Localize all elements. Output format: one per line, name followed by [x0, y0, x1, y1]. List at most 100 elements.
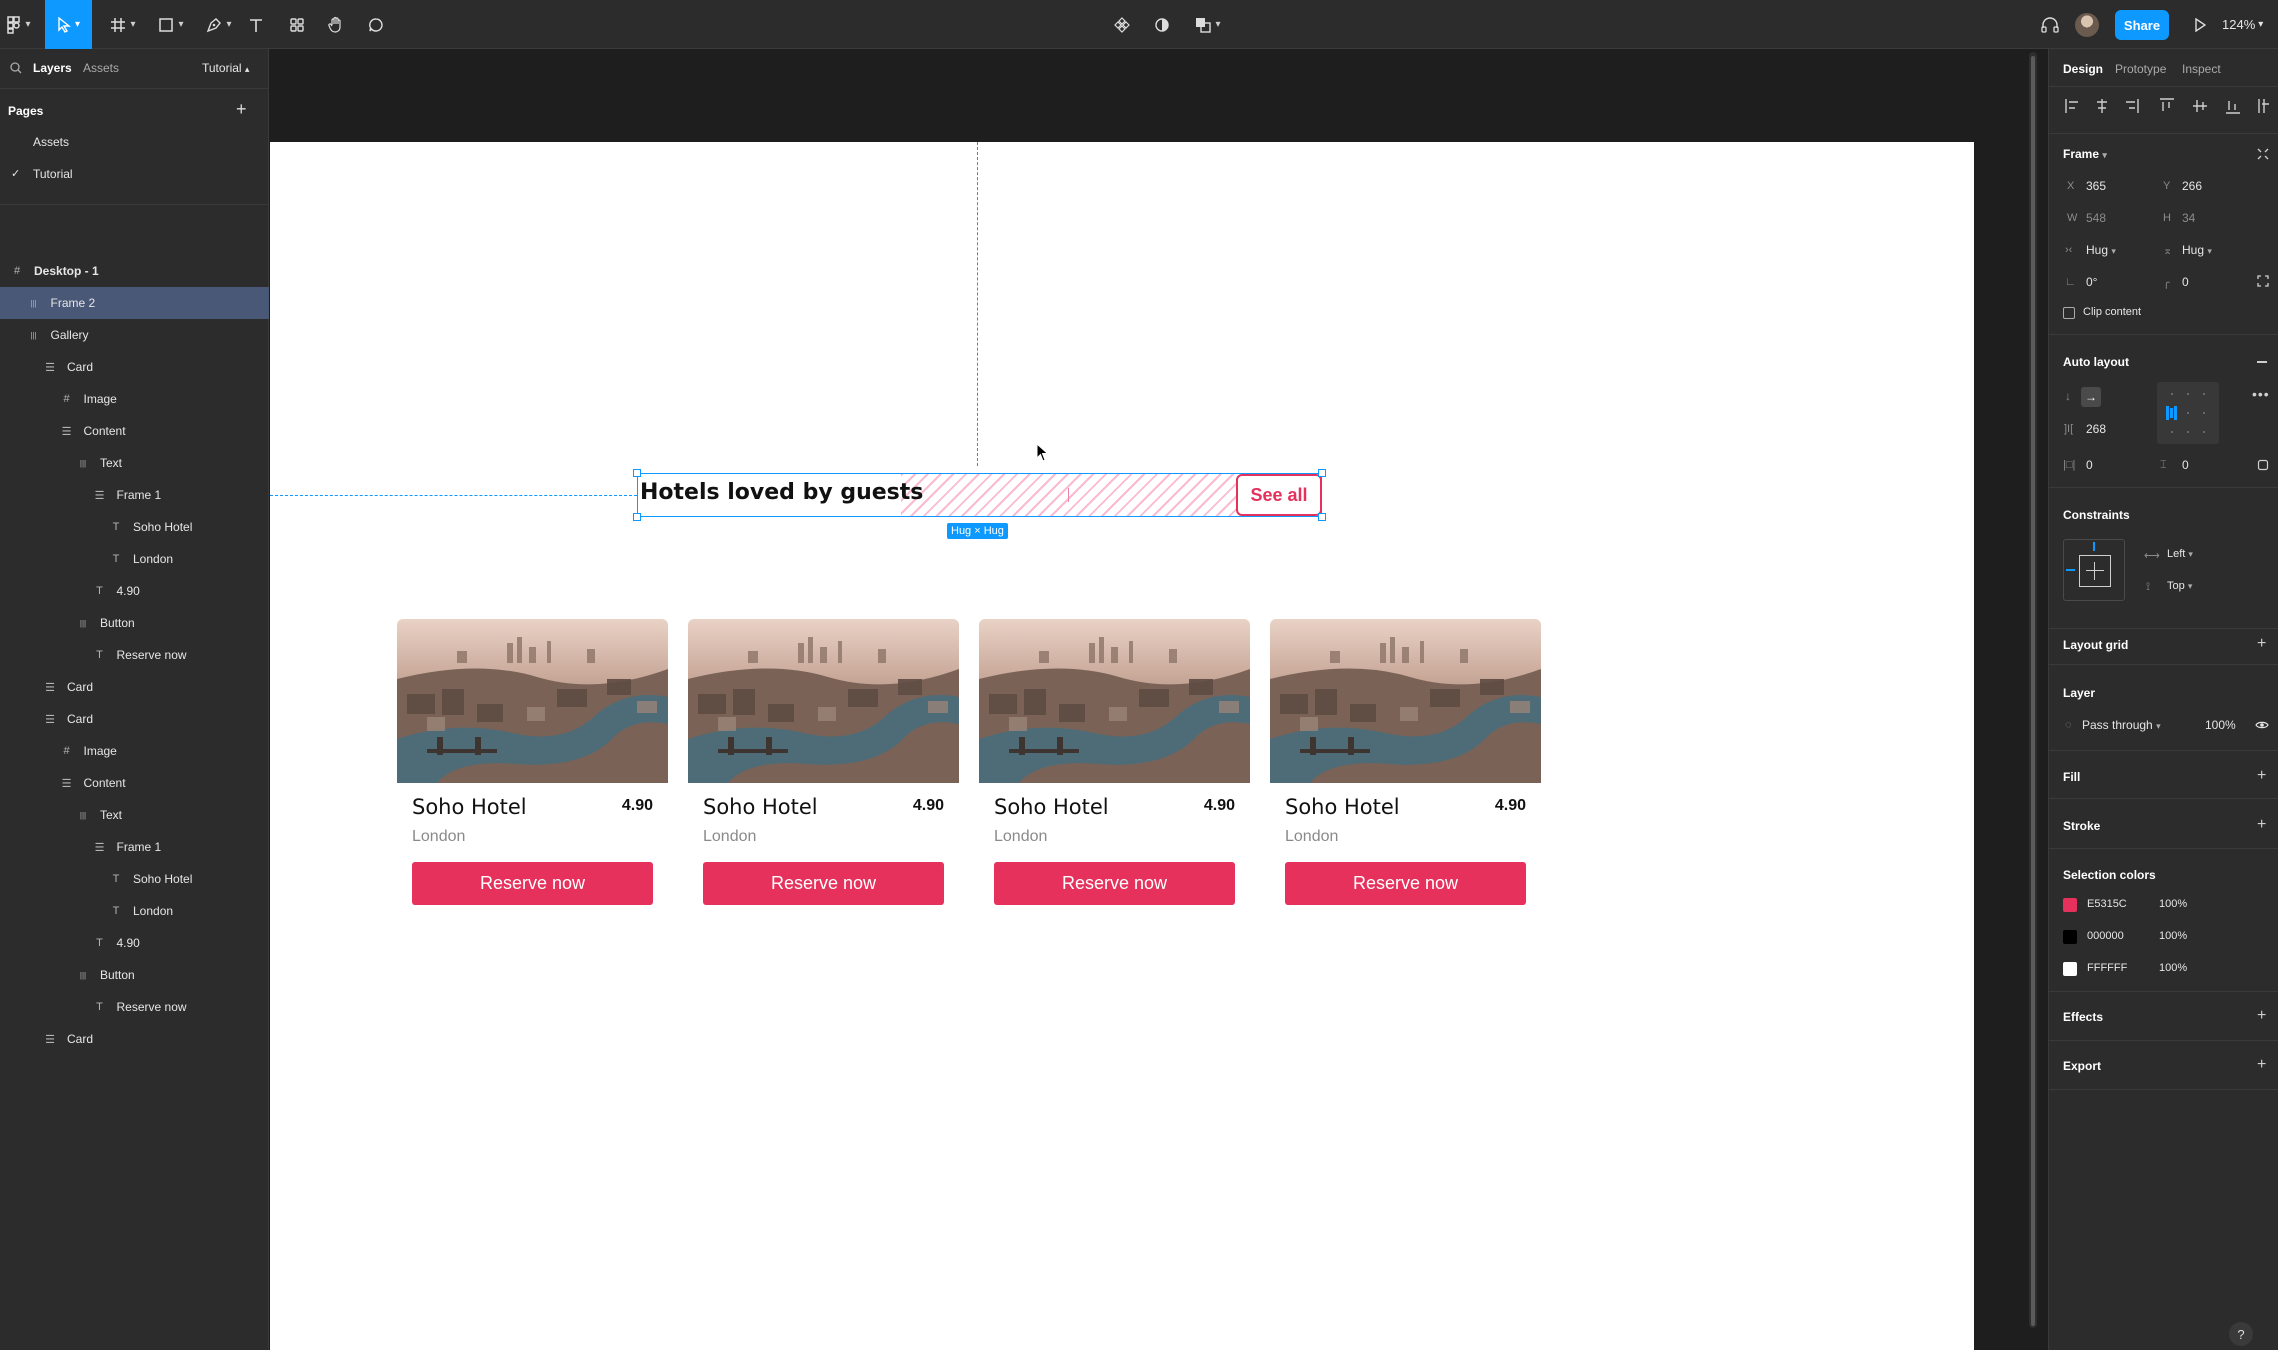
- resize-handle-nw[interactable]: [633, 469, 641, 477]
- corner-radius-input[interactable]: 0: [2182, 275, 2189, 289]
- add-fill-plus-icon[interactable]: +: [2257, 768, 2266, 784]
- vertical-padding-input[interactable]: 0: [2182, 458, 2189, 472]
- tab-assets[interactable]: Assets: [83, 61, 119, 75]
- alignment-grid[interactable]: [2157, 382, 2219, 444]
- tab-design[interactable]: Design: [2063, 62, 2103, 76]
- layer-row[interactable]: ||| Text: [0, 447, 269, 479]
- layer-row[interactable]: # Image: [0, 735, 269, 767]
- zoom-dropdown[interactable]: 124% ▾: [2222, 0, 2263, 49]
- add-layout-grid-plus-icon[interactable]: +: [2257, 636, 2266, 652]
- layer-row[interactable]: ☰ Frame 1: [0, 479, 269, 511]
- layer-row[interactable]: T London: [0, 543, 269, 575]
- help-button[interactable]: ?: [2229, 1322, 2253, 1346]
- color-hex[interactable]: FFFFFF: [2087, 962, 2127, 974]
- frame-tool-button[interactable]: ▾: [102, 0, 144, 49]
- text-tool-button[interactable]: [244, 0, 268, 49]
- constraints-widget[interactable]: [2063, 539, 2125, 601]
- constraint-center-v[interactable]: [2094, 562, 2095, 580]
- layer-row[interactable]: T 4.90: [0, 575, 269, 607]
- blend-mode-dropdown[interactable]: Pass through ▾: [2082, 718, 2161, 732]
- boolean-ops-button[interactable]: ▾: [1190, 0, 1226, 49]
- present-button[interactable]: [2188, 0, 2212, 49]
- frame-section-label[interactable]: Frame ▾: [2063, 147, 2107, 161]
- layer-row[interactable]: ☰ Card: [0, 703, 269, 735]
- add-stroke-plus-icon[interactable]: +: [2257, 817, 2266, 833]
- more-options-icon[interactable]: •••: [2252, 386, 2270, 402]
- tab-inspect[interactable]: Inspect: [2182, 62, 2221, 76]
- tab-prototype[interactable]: Prototype: [2115, 62, 2166, 76]
- rotation-input[interactable]: 0°: [2086, 275, 2097, 289]
- color-opacity[interactable]: 100%: [2159, 962, 2187, 974]
- layer-row[interactable]: # Image: [0, 383, 269, 415]
- layer-row[interactable]: T 4.90: [0, 927, 269, 959]
- audio-button[interactable]: [2038, 0, 2062, 49]
- layer-row[interactable]: ||| Button: [0, 607, 269, 639]
- mask-button[interactable]: [1150, 0, 1174, 49]
- constraint-top-active[interactable]: [2093, 542, 2095, 551]
- reserve-now-button[interactable]: Reserve now: [412, 862, 653, 905]
- page-switcher[interactable]: Tutorial ▴: [202, 61, 249, 75]
- color-swatch[interactable]: [2063, 930, 2077, 944]
- layer-row[interactable]: ||| Button: [0, 959, 269, 991]
- comment-tool-button[interactable]: [364, 0, 388, 49]
- section-heading[interactable]: Hotels loved by guests: [640, 480, 923, 505]
- layer-row[interactable]: ☰ Content: [0, 767, 269, 799]
- main-menu-button[interactable]: ▾: [4, 0, 34, 49]
- layer-row[interactable]: T Reserve now: [0, 639, 269, 671]
- add-export-plus-icon[interactable]: +: [2257, 1057, 2266, 1073]
- horizontal-resizing-dropdown[interactable]: Hug ▾: [2086, 243, 2116, 257]
- layer-row[interactable]: T Soho Hotel: [0, 511, 269, 543]
- layer-row[interactable]: ||| Frame 2: [0, 287, 269, 319]
- arrow-down-icon[interactable]: ↓: [2065, 389, 2071, 403]
- layer-row[interactable]: ||| Text: [0, 799, 269, 831]
- add-effect-plus-icon[interactable]: +: [2257, 1008, 2266, 1024]
- vertical-resizing-dropdown[interactable]: Hug ▾: [2182, 243, 2212, 257]
- gap-handle[interactable]: [1068, 488, 1069, 502]
- create-component-button[interactable]: [1110, 0, 1134, 49]
- add-page-plus-icon[interactable]: +: [236, 99, 247, 120]
- layer-row[interactable]: T Soho Hotel: [0, 863, 269, 895]
- arrow-right-icon[interactable]: →: [2081, 387, 2101, 407]
- resize-handle-ne[interactable]: [1318, 469, 1326, 477]
- reserve-now-button[interactable]: Reserve now: [703, 862, 944, 905]
- resize-to-fit-icon[interactable]: [2257, 148, 2269, 160]
- layer-row[interactable]: ☰ Card: [0, 1023, 269, 1055]
- page-item-tutorial[interactable]: Tutorial: [33, 167, 73, 181]
- layer-row[interactable]: T London: [0, 895, 269, 927]
- layer-opacity-input[interactable]: 100%: [2205, 718, 2236, 732]
- color-opacity[interactable]: 100%: [2159, 898, 2187, 910]
- remove-auto-layout-minus-icon[interactable]: [2257, 361, 2267, 363]
- share-button[interactable]: Share: [2115, 10, 2169, 40]
- constraint-center-h[interactable]: [2086, 570, 2104, 571]
- page-item-assets[interactable]: Assets: [33, 135, 69, 149]
- independent-corners-icon[interactable]: [2257, 275, 2269, 287]
- clip-content-checkbox[interactable]: [2063, 307, 2075, 319]
- layer-row[interactable]: ☰ Frame 1: [0, 831, 269, 863]
- color-swatch[interactable]: [2063, 962, 2077, 976]
- move-tool-button[interactable]: ▾: [45, 0, 92, 49]
- horizontal-padding-input[interactable]: 0: [2086, 458, 2093, 472]
- color-opacity[interactable]: 100%: [2159, 930, 2187, 942]
- vertical-constraint-dropdown[interactable]: Top ▾: [2167, 580, 2192, 592]
- reserve-now-button[interactable]: Reserve now: [994, 862, 1235, 905]
- layer-row[interactable]: ||| Gallery: [0, 319, 269, 351]
- layer-row[interactable]: ☰ Content: [0, 415, 269, 447]
- individual-padding-icon[interactable]: [2257, 459, 2269, 471]
- height-input[interactable]: 34: [2182, 211, 2195, 225]
- resources-button[interactable]: [285, 0, 309, 49]
- search-icon[interactable]: [10, 62, 22, 74]
- frame-2-selection[interactable]: Hotels loved by guests See all: [637, 473, 1322, 517]
- reserve-now-button[interactable]: Reserve now: [1285, 862, 1526, 905]
- alignment-icons[interactable]: [2063, 96, 2273, 116]
- tab-layers[interactable]: Layers: [33, 61, 72, 75]
- resize-handle-se[interactable]: [1318, 513, 1326, 521]
- horizontal-constraint-dropdown[interactable]: Left ▾: [2167, 548, 2193, 560]
- eye-icon[interactable]: [2255, 720, 2269, 730]
- see-all-button[interactable]: See all: [1236, 474, 1322, 516]
- pen-tool-button[interactable]: ▾: [198, 0, 240, 49]
- layer-row[interactable]: T Reserve now: [0, 991, 269, 1023]
- layer-row[interactable]: ☰ Card: [0, 671, 269, 703]
- color-swatch[interactable]: [2063, 898, 2077, 912]
- canvas-scrollbar-thumb[interactable]: [2031, 56, 2035, 1326]
- x-input[interactable]: 365: [2086, 179, 2106, 193]
